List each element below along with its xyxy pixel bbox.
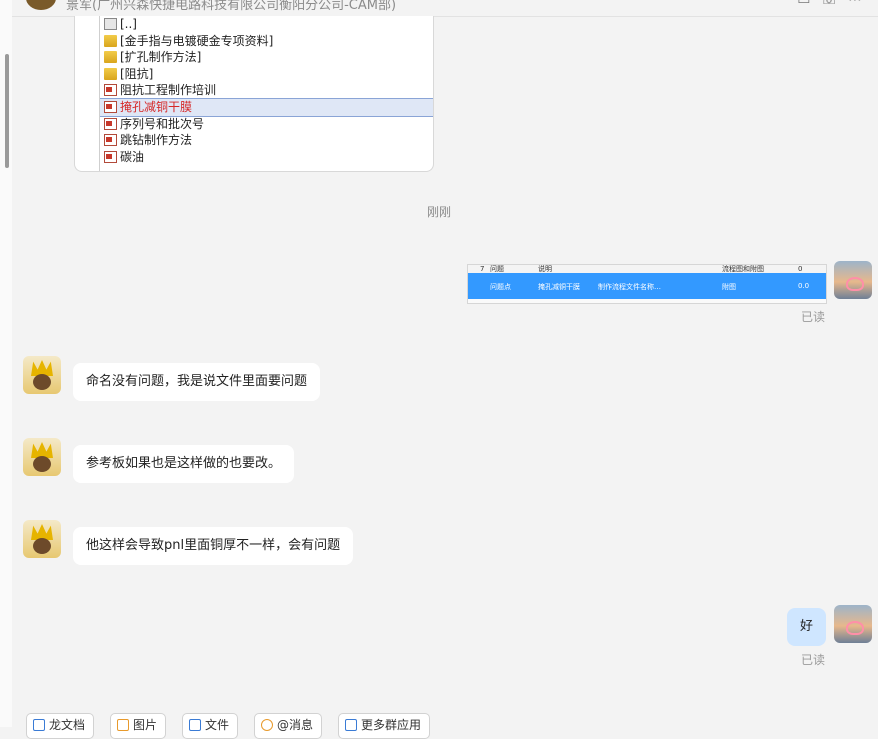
apps-icon bbox=[345, 719, 357, 731]
file-item: [金手指与电镀硬金专项资料] bbox=[100, 33, 433, 50]
read-status: 已读 bbox=[801, 653, 826, 667]
document-icon bbox=[104, 100, 117, 113]
message-bubble: 命名没有问题，我是说文件里面要问题 bbox=[73, 363, 321, 401]
document-icon bbox=[104, 150, 117, 163]
left-gutter bbox=[0, 0, 12, 727]
screenshot-cell: 附图 bbox=[722, 283, 736, 291]
screenshot-cell: 0.0 bbox=[798, 282, 810, 290]
screenshot-next-row bbox=[468, 299, 826, 303]
more-apps-button[interactable]: 更多群应用 bbox=[338, 713, 431, 739]
phone-icon[interactable]: ☏ bbox=[820, 0, 848, 8]
screenshot-cell: 说明 bbox=[538, 265, 552, 273]
message-bubble: 他这样会导致pnl里面铜厚不一样，会有问题 bbox=[73, 527, 354, 565]
folder-icon bbox=[104, 67, 117, 80]
read-status: 已读 bbox=[801, 310, 826, 324]
my-avatar[interactable] bbox=[834, 261, 872, 299]
screenshot-cell: 掩孔减铜干膜 bbox=[538, 283, 580, 291]
file-list: [..] [金手指与电镀硬金专项资料] [扩孔制作方法] [阻抗] 阻抗工程制作… bbox=[99, 16, 433, 171]
doc-button[interactable]: 龙文档 bbox=[26, 713, 95, 739]
image-icon bbox=[117, 719, 129, 731]
document-icon bbox=[104, 117, 117, 130]
message-timestamp: 刚刚 bbox=[426, 205, 451, 219]
document-icon bbox=[104, 84, 117, 97]
at-icon bbox=[261, 719, 273, 731]
video-icon[interactable]: ▭ bbox=[797, 0, 820, 8]
folder-icon bbox=[104, 51, 117, 64]
image-button[interactable]: 图片 bbox=[110, 713, 167, 739]
file-browser-image[interactable]: [..] [金手指与电镀硬金专项资料] [扩孔制作方法] [阻抗] 阻抗工程制作… bbox=[74, 16, 434, 172]
screenshot-header-row: 7 问题 说明 流程图和附图 0 bbox=[468, 265, 826, 273]
chat-header: 景军(广州兴森快捷电路科技有限公司衡阳分公司-CAM部) ▭☏⋯ bbox=[12, 0, 878, 17]
mention-button[interactable]: @消息 bbox=[254, 713, 323, 739]
my-avatar[interactable] bbox=[834, 605, 872, 643]
folder-icon bbox=[104, 34, 117, 47]
file-item: [..] bbox=[100, 16, 433, 33]
file-button[interactable]: 文件 bbox=[182, 713, 239, 739]
more-icon[interactable]: ⋯ bbox=[848, 0, 872, 8]
file-item: [扩孔制作方法] bbox=[100, 49, 433, 66]
file-item-selected: 掩孔减铜干膜 bbox=[100, 97, 433, 117]
contact-avatar[interactable] bbox=[23, 520, 61, 558]
screenshot-cell: 流程图和附图 bbox=[722, 265, 764, 273]
header-actions: ▭☏⋯ bbox=[797, 0, 872, 8]
file-item: [阻抗] bbox=[100, 66, 433, 83]
folder-icon bbox=[189, 719, 201, 731]
my-message-bubble: 好 bbox=[787, 608, 827, 646]
file-item: 碳油 bbox=[100, 149, 433, 166]
message-bubble: 参考板如果也是这样做的也要改。 bbox=[73, 445, 295, 483]
contact-avatar[interactable] bbox=[23, 356, 61, 394]
document-icon bbox=[104, 134, 117, 147]
contact-avatar[interactable] bbox=[23, 438, 61, 476]
file-item: 跳钻制作方法 bbox=[100, 132, 433, 149]
screenshot-message[interactable]: 7 问题 说明 流程图和附图 0 问题点 掩孔减铜干膜 制作流程文件名称… 附图… bbox=[467, 264, 827, 304]
screenshot-cell: 问题 bbox=[490, 265, 504, 273]
screenshot-cell: 0 bbox=[798, 265, 803, 273]
file-item: 阻抗工程制作培训 bbox=[100, 82, 433, 99]
up-folder-icon bbox=[104, 18, 117, 30]
screenshot-cell: 问题点 bbox=[490, 283, 511, 291]
document-icon bbox=[33, 719, 45, 731]
scrollbar-thumb[interactable] bbox=[5, 54, 9, 168]
file-item: 序列号和批次号 bbox=[100, 116, 433, 133]
chat-title: 景军(广州兴森快捷电路科技有限公司衡阳分公司-CAM部) bbox=[66, 0, 397, 13]
contact-avatar[interactable] bbox=[26, 0, 56, 10]
screenshot-cell: 7 bbox=[480, 265, 485, 273]
screenshot-cell: 制作流程文件名称… bbox=[598, 283, 661, 291]
screenshot-selected-row: 问题点 掩孔减铜干膜 制作流程文件名称… 附图 0.0 bbox=[468, 273, 826, 299]
